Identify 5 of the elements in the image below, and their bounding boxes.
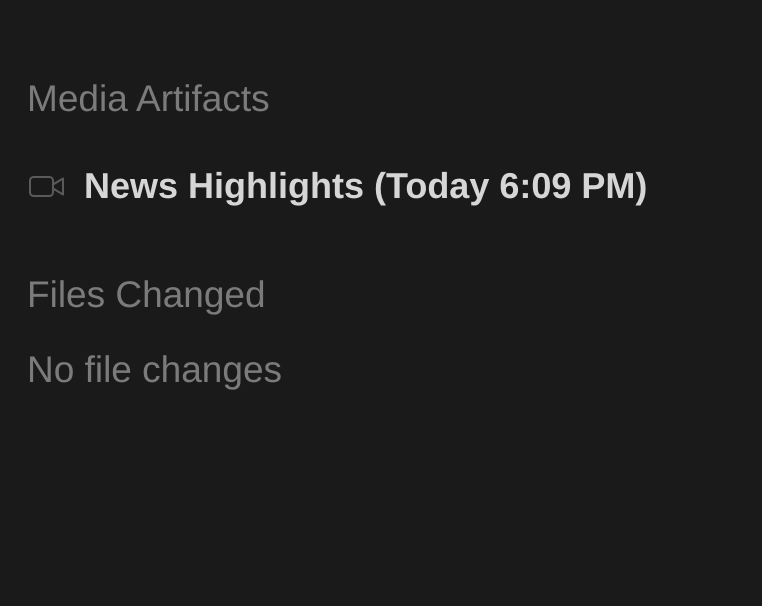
video-camera-icon <box>29 174 65 198</box>
section-heading: Files Changed <box>27 274 266 316</box>
section-heading: Media Artifacts <box>27 78 270 120</box>
media-artifact-link[interactable]: News Highlights (Today 6:09 PM) <box>84 165 648 207</box>
empty-state-text: No file changes <box>27 349 282 391</box>
